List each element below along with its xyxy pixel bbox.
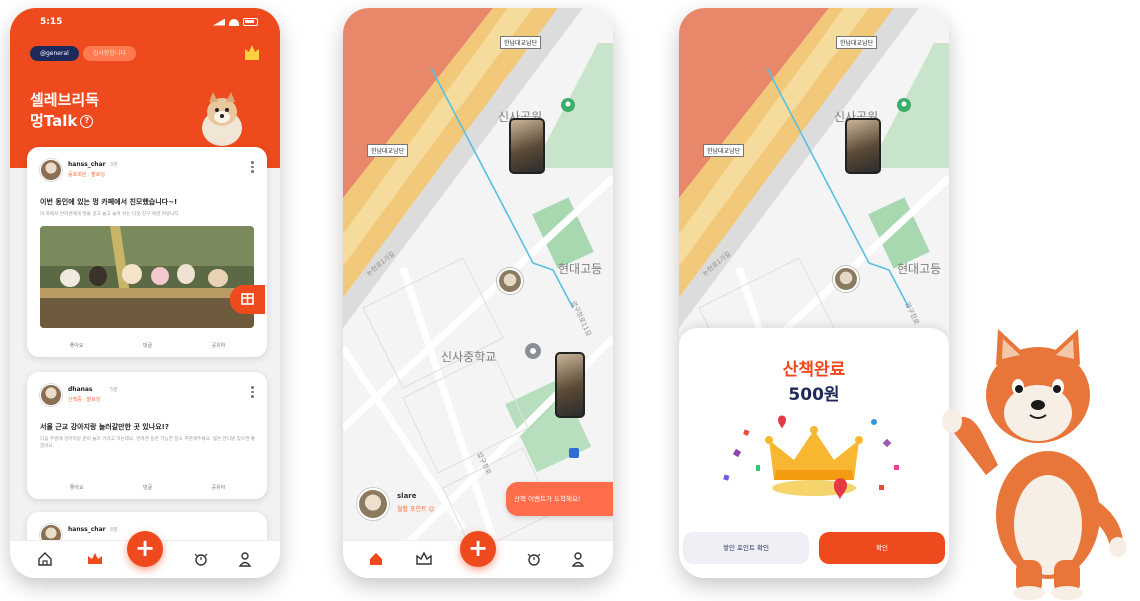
post-username[interactable]: hanss_char — [68, 526, 106, 533]
more-options-icon[interactable] — [251, 161, 255, 175]
dog-location-marker[interactable] — [497, 268, 523, 294]
share-button[interactable]: 공유하 — [203, 340, 233, 351]
page-title: 셀레브리독 멍Talk? — [30, 90, 99, 132]
post-time: 8분 — [110, 527, 118, 533]
page-title-line1: 셀레브리독 — [30, 91, 100, 109]
post-actions: 좋아요 댓글 공유하 — [40, 340, 255, 351]
dog-photo-marker[interactable] — [509, 118, 545, 174]
map-label-bridge: 한남대교남단 — [836, 36, 878, 49]
home-icon[interactable] — [367, 550, 385, 568]
post-header: dhanas 5분 산책중 · 팔로잉 — [40, 384, 255, 410]
map-label-field: 현대고등 — [897, 262, 942, 276]
more-options-icon[interactable] — [251, 386, 255, 400]
status-icons — [213, 17, 258, 27]
feed-header: 5:15 @general 김사랑합니다 셀레브리독 멍Talk? — [10, 8, 280, 168]
battery-icon — [243, 18, 258, 26]
share-button[interactable]: 공유하 — [203, 482, 233, 493]
signal-icon — [213, 18, 225, 26]
post-body: 다음 주말에 강아지랑 같이 놀러 가려고 하는데요, 반려견 동반 가능한 장… — [40, 437, 256, 449]
crown-icon[interactable] — [242, 42, 262, 62]
post-badge: 동호회원 · 팔로잉 — [68, 172, 105, 178]
dog-photo-marker[interactable] — [555, 352, 585, 418]
home-icon[interactable] — [36, 550, 54, 568]
like-button[interactable]: 좋아요 — [62, 340, 92, 351]
channel-tab-secondary[interactable]: 김사랑합니다 — [82, 46, 136, 61]
post-header: hanss_char 3분 동호회원 · 팔로잉 — [40, 159, 255, 185]
dog-photo-marker — [845, 118, 881, 174]
walk-complete-title: 산책완료 — [782, 360, 846, 380]
walker-info: slare 월활 포인트 😊 — [357, 488, 487, 528]
walker-status: 월활 포인트 😊 — [397, 506, 435, 513]
view-points-button[interactable]: 쌓인 포인트 확인 — [683, 532, 809, 564]
create-post-button[interactable]: + — [127, 531, 163, 567]
bottom-tab-bar: + — [343, 531, 613, 578]
pomeranian-photo — [202, 92, 242, 146]
post-card[interactable]: dhanas 5분 산책중 · 팔로잉 서울 근교 강아지랑 놀러갈만한 곳 있… — [27, 372, 267, 499]
map-label-bridge: 한남대교남단 — [703, 144, 745, 157]
comment-button[interactable]: 댓글 — [135, 340, 160, 351]
crown-reward-illustration — [723, 415, 899, 500]
map-label-school: 신사중학교 — [441, 350, 497, 364]
walker-name: slare — [397, 492, 417, 500]
reward-amount: 500원 — [788, 385, 840, 405]
walk-complete-sheet: 산책완료 500원 쌓인 포인트 확인 확인 — [679, 328, 949, 578]
avatar[interactable] — [40, 384, 62, 406]
create-post-button[interactable]: + — [460, 531, 496, 567]
walk-event-toast[interactable]: 산책 이벤트가 도착해요! — [506, 482, 613, 516]
walk-map-phone: 한남대교남단 한남대교남단 신사공원 신사중학교 현대고등 논현로1가길 압구정… — [343, 8, 613, 578]
help-icon[interactable]: ? — [80, 115, 94, 128]
feed-phone: 5:15 @general 김사랑합니다 셀레브리독 멍Talk? hanss_… — [10, 8, 280, 578]
post-body: 이 쪽에서 반려견에게 발을 길고 놀고 놀며 쉬는 다섯 친구 애견 커뮤니티 — [40, 212, 179, 217]
post-actions: 좋아요 댓글 공유하 — [40, 482, 255, 493]
page-title-line2: 멍Talk — [30, 112, 78, 130]
avatar[interactable] — [357, 488, 389, 520]
channel-tab-general[interactable]: @general — [30, 46, 79, 61]
showcase-stage: 5:15 @general 김사랑합니다 셀레브리독 멍Talk? hanss_… — [0, 0, 1140, 601]
profile-icon[interactable] — [236, 550, 254, 568]
post-username[interactable]: hanss_char — [68, 161, 106, 168]
gift-button[interactable] — [230, 285, 265, 314]
avatar[interactable] — [40, 159, 62, 181]
crown-tab-icon[interactable] — [86, 550, 104, 568]
alarm-icon[interactable] — [192, 550, 210, 568]
post-title: 이번 동인에 있는 멍 카페에서 친모했습니다~! — [40, 198, 178, 206]
post-time: 5분 — [110, 387, 118, 393]
post-card[interactable]: hanss_char 3분 동호회원 · 팔로잉 이번 동인에 있는 멍 카페에… — [27, 147, 267, 357]
confirm-button[interactable]: 확인 — [819, 532, 945, 564]
shiba-mascot-illustration — [942, 329, 1127, 600]
map-label-field: 현대고등 — [558, 262, 603, 276]
post-badge: 산책중 · 팔로잉 — [68, 397, 101, 403]
post-time: 3분 — [110, 162, 118, 168]
walk-complete-phone: 한남대교남단 한남대교남단 신사공원 현대고등 논현로1가길 압구정로 산책완료… — [679, 8, 949, 578]
like-button[interactable]: 좋아요 — [62, 482, 92, 493]
map-label-bridge: 한남대교남단 — [367, 144, 409, 157]
wifi-icon — [229, 18, 239, 26]
comment-button[interactable]: 댓글 — [135, 482, 160, 493]
channel-tabs: @general 김사랑합니다 — [30, 46, 136, 61]
alarm-icon[interactable] — [525, 550, 543, 568]
post-username[interactable]: dhanas — [68, 386, 93, 393]
status-time: 5:15 — [40, 17, 63, 27]
bottom-tab-bar: + — [10, 531, 280, 578]
map-label-bridge: 한남대교남단 — [500, 36, 542, 49]
post-photo[interactable] — [40, 226, 254, 328]
status-bar: 5:15 — [40, 17, 258, 27]
post-title: 서울 근교 강아지랑 놀러갈만한 곳 있나요!? — [40, 423, 169, 431]
profile-icon[interactable] — [569, 550, 587, 568]
dog-location-marker — [833, 266, 859, 292]
crown-tab-icon[interactable] — [415, 550, 433, 568]
